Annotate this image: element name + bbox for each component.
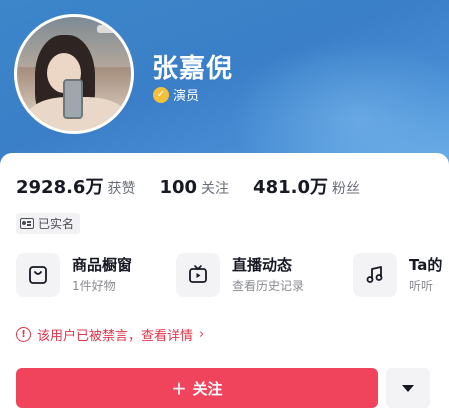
avatar-ceiling-light <box>97 25 127 33</box>
verification-label: 演员 <box>173 89 200 104</box>
verification-badge[interactable]: ✓ 演员 <box>153 85 199 104</box>
stat-followers[interactable]: 481.0万 粉丝 <box>253 173 360 199</box>
stat-likes[interactable]: 2928.6万 获赞 <box>16 173 135 199</box>
music-note-icon <box>353 253 397 297</box>
stat-value: 2928.6万 <box>16 177 104 198</box>
stat-value: 481.0万 <box>253 177 328 198</box>
feature-title: 直播动态 <box>232 256 293 274</box>
id-card-icon <box>20 218 34 229</box>
stat-following[interactable]: 100 关注 <box>159 177 229 198</box>
realname-label: 已实名 <box>38 217 75 231</box>
follow-label: 关注 <box>192 379 223 398</box>
stat-value: 100 <box>159 177 198 198</box>
caret-down-icon <box>402 384 414 392</box>
tv-icon <box>176 253 220 297</box>
stat-label: 关注 <box>201 181 230 197</box>
ban-notice-text: 该用户已被禁言，查看详情 <box>37 329 194 344</box>
avatar[interactable] <box>14 14 134 134</box>
avatar-phone <box>63 79 83 119</box>
stat-label: 获赞 <box>107 181 136 197</box>
verified-check-icon: ✓ <box>153 86 169 103</box>
plus-icon: ＋ <box>171 379 187 398</box>
stat-label: 粉丝 <box>331 181 360 197</box>
feature-subtitle: 听听 <box>409 279 434 293</box>
ban-notice[interactable]: ! 该用户已被禁言，查看详情 › <box>16 325 204 344</box>
alert-circle-icon: ! <box>16 327 31 342</box>
profile-name: 张嘉倪 <box>152 54 234 84</box>
chevron-right-icon: › <box>199 327 205 342</box>
shopping-bag-icon <box>16 253 60 297</box>
feature-subtitle: 查看历史记录 <box>232 279 305 293</box>
realname-badge: 已实名 <box>16 213 81 234</box>
feature-shop-window[interactable]: 商品橱窗 1件好物 <box>16 253 132 297</box>
feature-music[interactable]: Ta的 听听 <box>353 253 442 297</box>
profile-stats: 2928.6万 获赞 100 关注 481.0万 粉丝 <box>16 173 384 199</box>
more-options-button[interactable] <box>386 368 430 408</box>
feature-live-history[interactable]: 直播动态 查看历史记录 <box>176 253 304 297</box>
profile-card: 2928.6万 获赞 100 关注 481.0万 粉丝 已实名 商品橱窗 1件好 <box>0 153 449 418</box>
feature-title: Ta的 <box>409 256 443 274</box>
feature-row: 商品橱窗 1件好物 直播动态 查看历史记录 Ta的 听听 <box>16 253 449 309</box>
follow-button[interactable]: ＋ 关注 <box>16 368 378 408</box>
feature-title: 商品橱窗 <box>72 256 133 274</box>
feature-subtitle: 1件好物 <box>72 279 116 293</box>
